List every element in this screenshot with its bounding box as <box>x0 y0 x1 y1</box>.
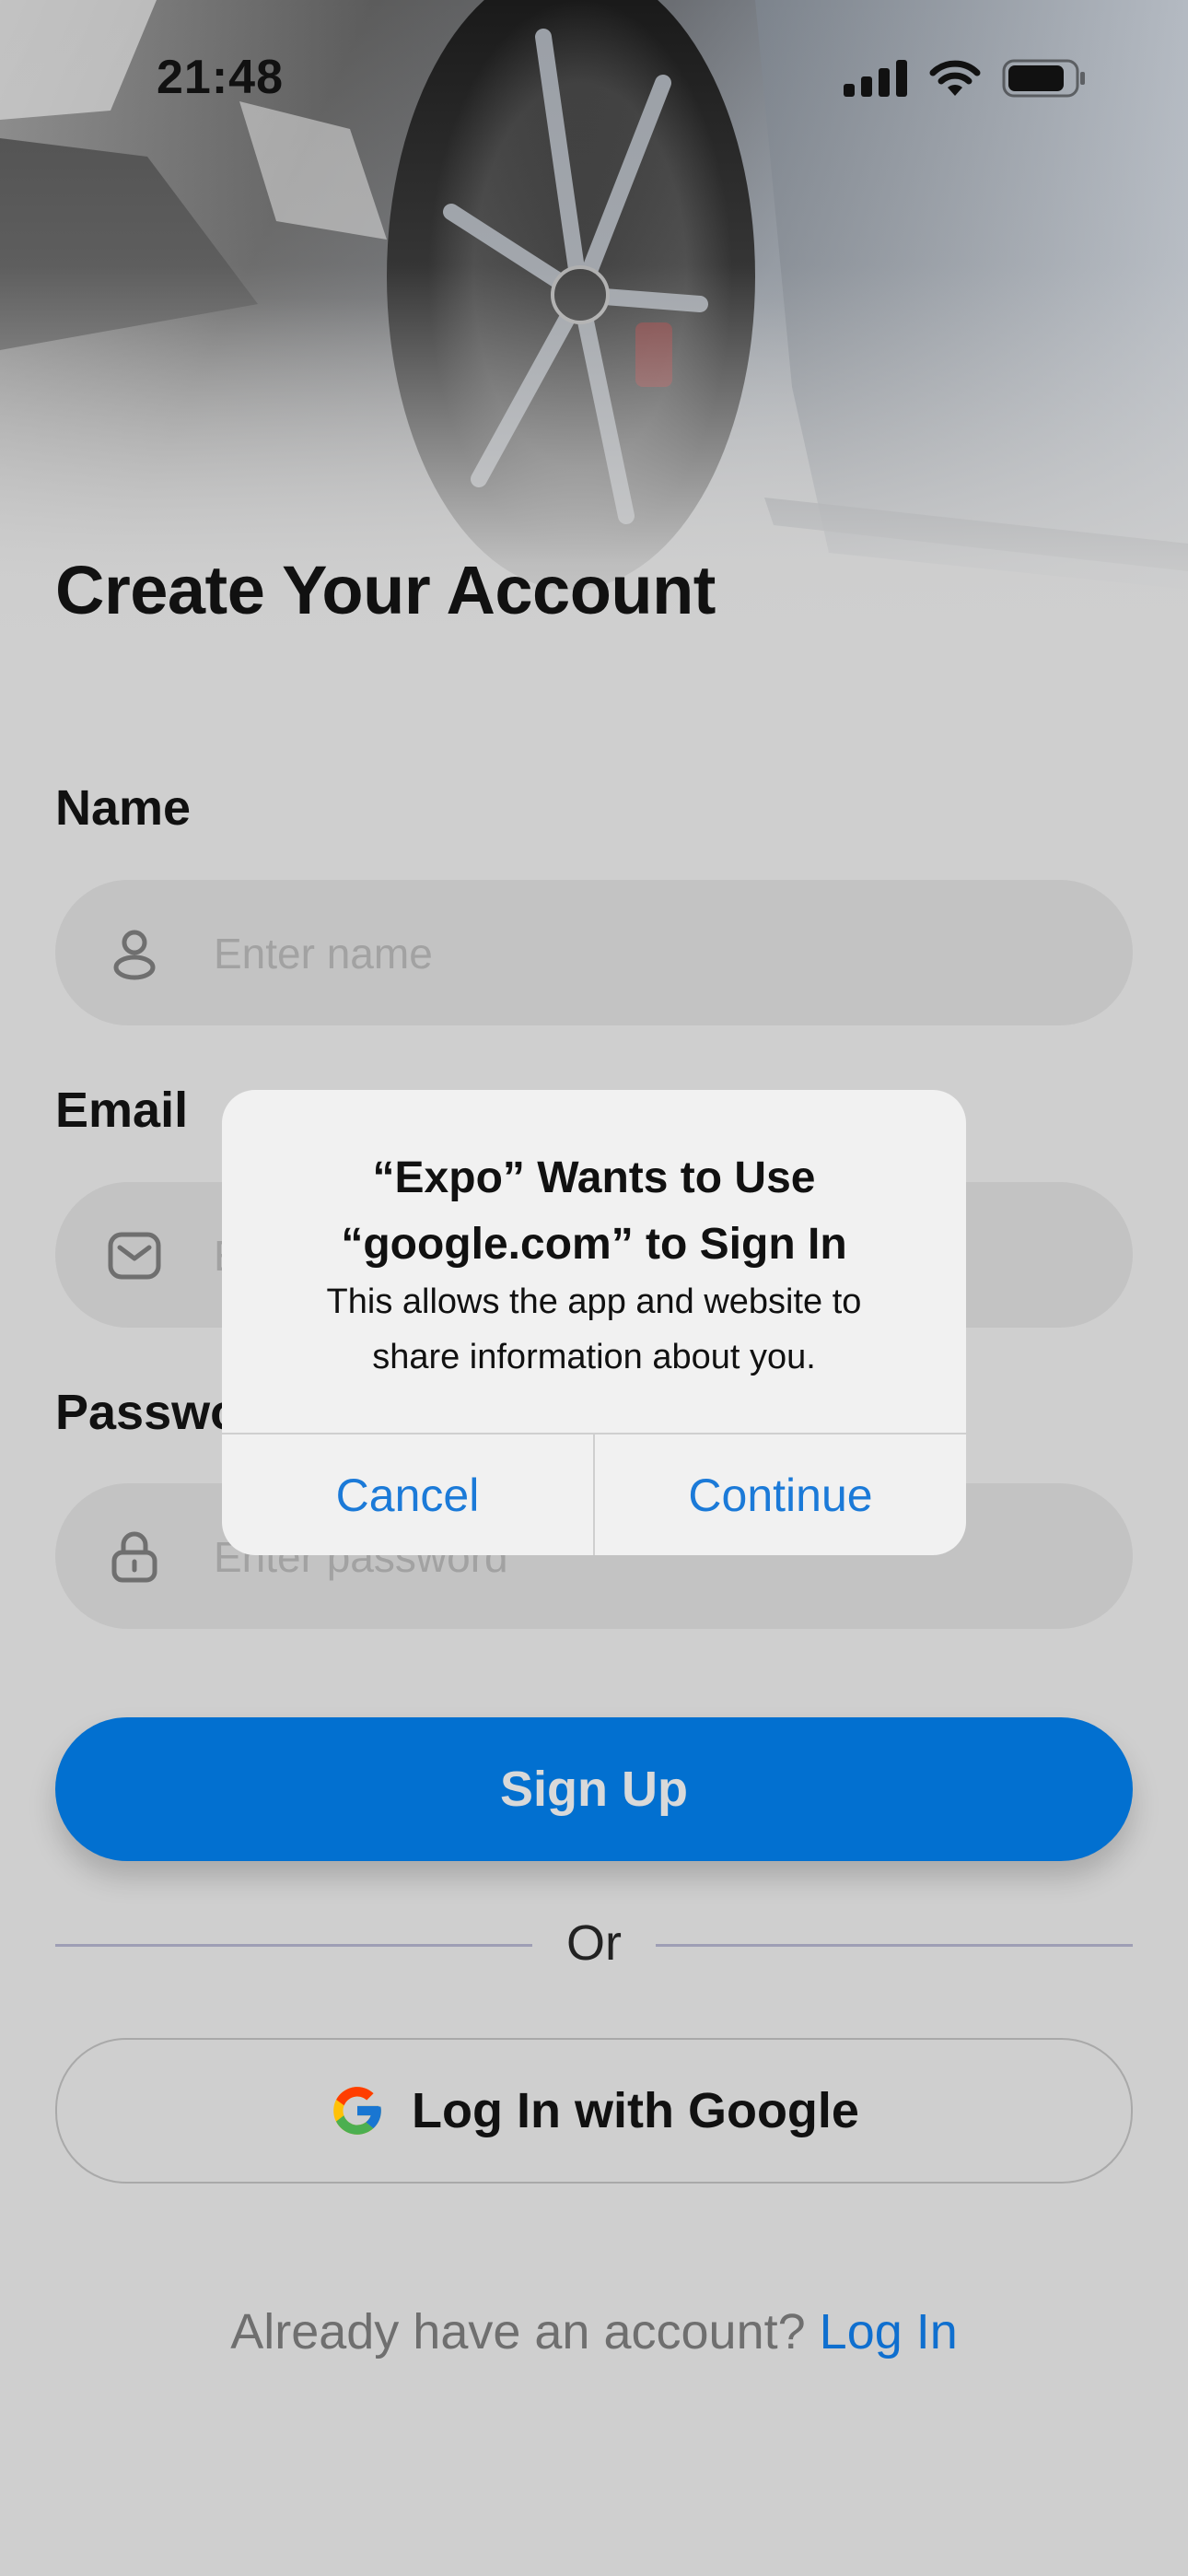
status-time: 21:48 <box>157 51 284 104</box>
dialog-title-line1: “Expo” Wants to Use <box>372 1153 816 1202</box>
divider-text: Or <box>566 1915 622 1971</box>
sign-up-button[interactable]: Sign Up <box>55 1717 1133 1861</box>
login-link[interactable]: Log In <box>820 2304 958 2359</box>
divider-line-right <box>656 1944 1133 1947</box>
dialog-message: This allows the app and website to share… <box>250 1274 938 1385</box>
dialog-title-line2: “google.com” to Sign In <box>341 1220 847 1269</box>
login-prompt: Already have an account? Log In <box>0 2303 1188 2360</box>
divider-line-left <box>55 1944 532 1947</box>
name-label: Name <box>55 780 192 836</box>
battery-icon <box>1002 59 1085 98</box>
dialog-title: “Expo” Wants to Use “google.com” to Sign… <box>250 1145 938 1278</box>
google-login-button[interactable]: Log In with Google <box>55 2038 1133 2184</box>
dialog-message-line2: share information about you. <box>372 1338 816 1376</box>
dialog-message-line1: This allows the app and website to <box>326 1282 862 1321</box>
name-input[interactable] <box>212 880 1044 1027</box>
cellular-signal-icon <box>844 60 907 97</box>
email-label: Email <box>55 1083 189 1138</box>
status-icons <box>844 59 1087 98</box>
continue-button[interactable]: Continue <box>595 1434 966 1555</box>
mail-icon <box>108 1232 161 1280</box>
login-prompt-text: Already have an account? <box>230 2304 806 2359</box>
sign-in-alert-dialog: “Expo” Wants to Use “google.com” to Sign… <box>222 1090 966 1555</box>
user-icon <box>113 930 156 980</box>
page-title: Create Your Account <box>55 552 716 628</box>
lock-icon <box>111 1531 157 1583</box>
google-icon <box>333 2087 381 2135</box>
name-field[interactable] <box>55 880 1133 1027</box>
cancel-button[interactable]: Cancel <box>222 1434 593 1555</box>
google-login-label: Log In with Google <box>412 2083 859 2138</box>
wifi-icon <box>929 60 981 96</box>
status-bar: 21:48 <box>0 0 1188 157</box>
